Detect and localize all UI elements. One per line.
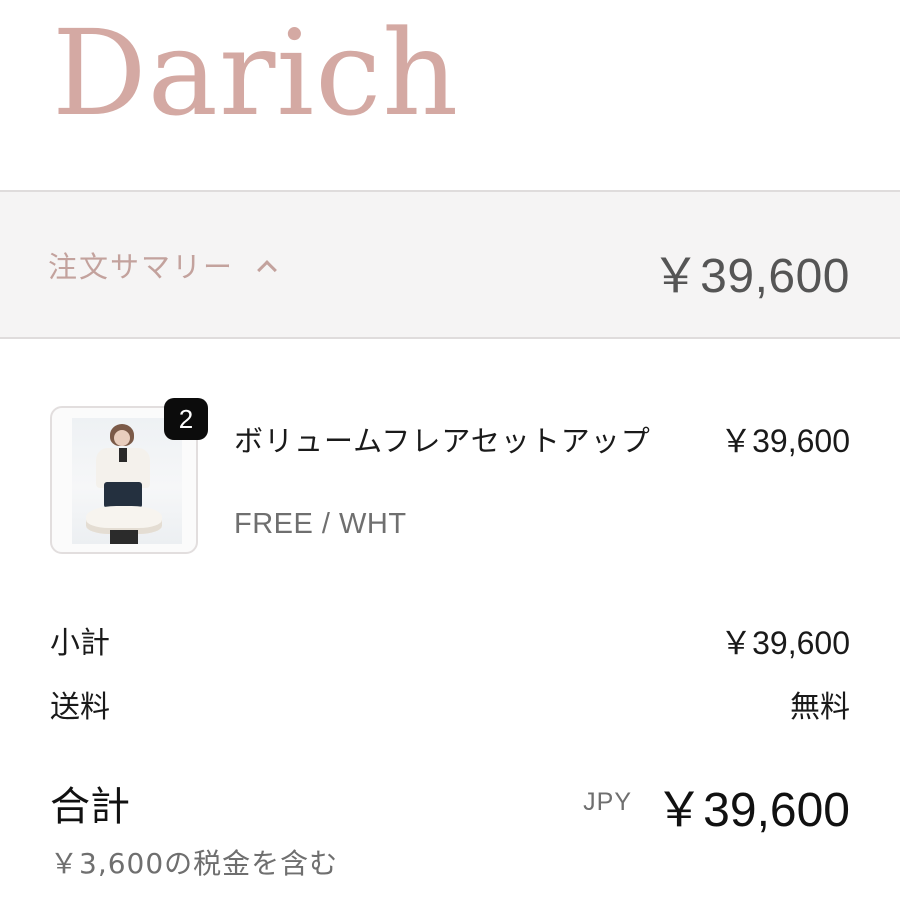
subtotal-value: ￥39,600 — [720, 625, 850, 661]
total-value: ￥39,600 — [655, 784, 850, 837]
order-summary-label: 注文サマリー — [48, 250, 235, 284]
total-label: 合計 — [50, 784, 130, 830]
quantity-badge: 2 — [164, 398, 208, 440]
tax-note: ￥3,600の税金を含む — [50, 847, 339, 880]
product-photo — [72, 418, 182, 544]
currency-code: JPY — [583, 788, 632, 816]
order-summary-toggle[interactable]: 注文サマリー — [48, 244, 277, 286]
chevron-up-icon — [257, 260, 277, 280]
product-name: ボリュームフレアセットアップ — [234, 424, 651, 458]
summary-total-price: ￥39,600 — [651, 250, 850, 303]
shipping-value: 無料 — [790, 690, 850, 725]
product-variant: FREE / WHT — [234, 508, 407, 540]
subtotal-label: 小計 — [50, 626, 110, 661]
product-price: ￥39,600 — [720, 423, 850, 459]
site-header: Darich — [0, 0, 900, 190]
shipping-label: 送料 — [50, 690, 110, 725]
order-summary-toggle-bar[interactable]: 注文サマリー ￥39,600 — [0, 190, 900, 339]
brand-logo[interactable]: Darich — [52, 14, 459, 132]
